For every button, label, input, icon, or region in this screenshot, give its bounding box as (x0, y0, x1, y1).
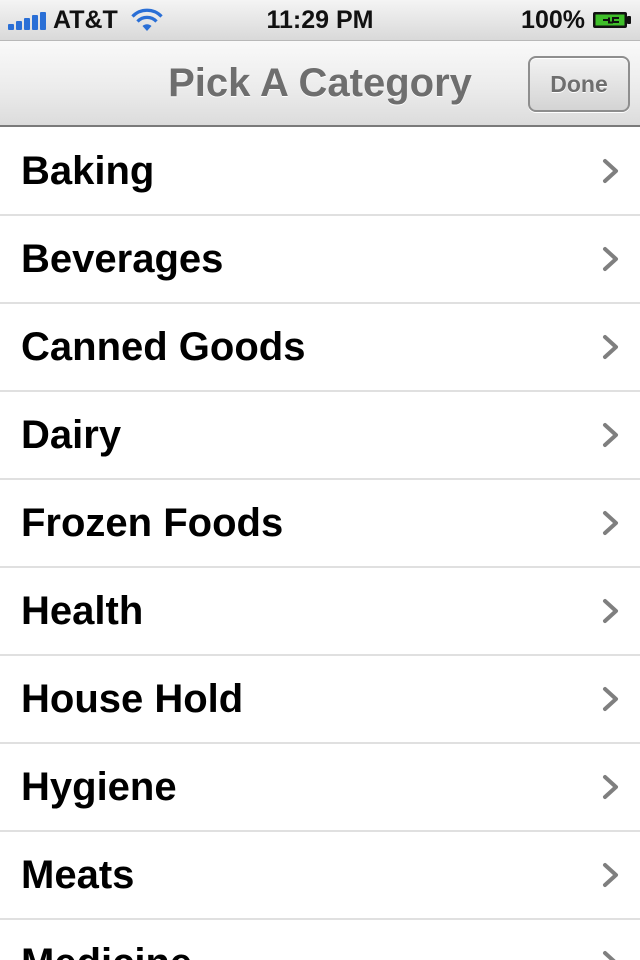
battery-charging-icon (593, 12, 631, 28)
list-item-category[interactable]: Dairy (0, 392, 640, 480)
category-label: Meats (21, 853, 135, 897)
category-label: Dairy (21, 413, 122, 457)
chevron-right-icon (603, 159, 618, 183)
category-label: Health (21, 589, 144, 633)
navigation-bar: Pick A Category Done (0, 41, 640, 127)
list-item-category[interactable]: Medicine (0, 920, 640, 960)
list-item-category[interactable]: Canned Goods (0, 304, 640, 392)
list-item-category[interactable]: Baking (0, 128, 640, 216)
status-bar: AT&T 11:29 PM 100% (0, 0, 640, 41)
category-label: Beverages (21, 237, 224, 281)
list-item-category[interactable]: Frozen Foods (0, 480, 640, 568)
category-label: Baking (21, 149, 155, 193)
chevron-right-icon (603, 951, 616, 960)
battery-percentage: 100% (521, 6, 585, 34)
chevron-right-icon (603, 775, 618, 799)
chevron-right-icon (603, 599, 618, 623)
chevron-right-icon (603, 687, 618, 711)
list-item-category[interactable]: Hygiene (0, 744, 640, 832)
list-item-category[interactable]: Meats (0, 832, 640, 920)
list-item-category[interactable]: Beverages (0, 216, 640, 304)
category-label: Canned Goods (21, 325, 306, 369)
chevron-right-icon (603, 247, 618, 271)
chevron-right-icon (603, 335, 618, 359)
chevron-right-icon (603, 511, 618, 535)
category-label: Medicine (21, 920, 192, 960)
category-label: Frozen Foods (21, 501, 284, 545)
category-label: Hygiene (21, 765, 177, 809)
category-label: House Hold (21, 677, 244, 721)
done-button[interactable]: Done (528, 56, 630, 112)
chevron-right-icon (603, 423, 618, 447)
chevron-right-icon (603, 863, 618, 887)
screen: AT&T 11:29 PM 100% Pick A Category Done … (0, 0, 640, 960)
category-list: Baking Beverages Canned Goods Dairy Froz… (0, 128, 640, 960)
list-item-category[interactable]: Health (0, 568, 640, 656)
list-item-category[interactable]: House Hold (0, 656, 640, 744)
